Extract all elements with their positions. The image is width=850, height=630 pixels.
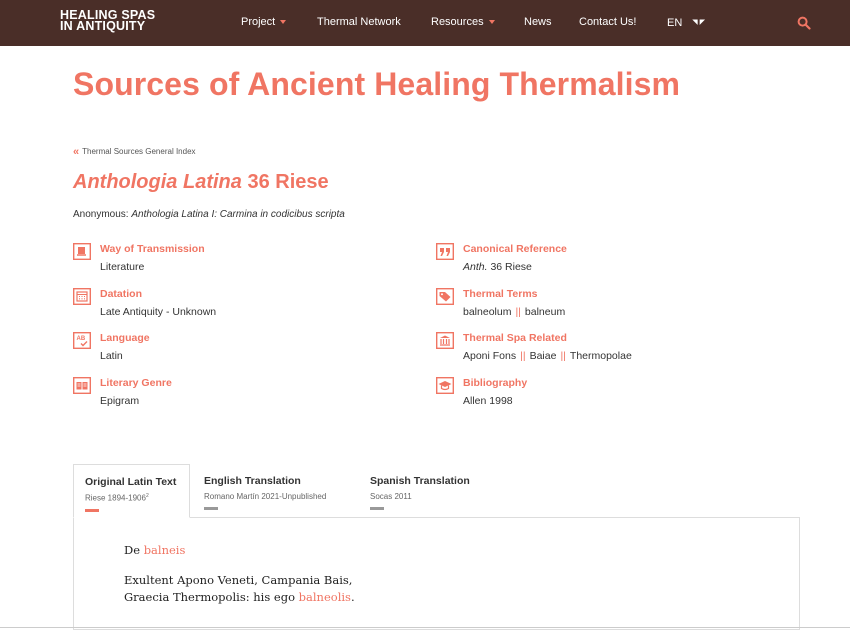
site-logo[interactable]: HEALING SPAS IN ANTIQUITY bbox=[60, 9, 155, 33]
info-label: Datation bbox=[100, 288, 142, 300]
language-icon: AB bbox=[73, 332, 91, 349]
calendar-icon bbox=[73, 288, 91, 305]
tab-indicator bbox=[85, 508, 99, 512]
poem-heading: De balneis bbox=[124, 542, 355, 559]
back-link-general-index[interactable]: «Thermal Sources General Index bbox=[73, 146, 196, 158]
nav-item-project[interactable]: Project bbox=[241, 16, 287, 28]
tab-source-sup: 2 bbox=[145, 493, 149, 499]
nav-label: News bbox=[524, 16, 552, 28]
separator: || bbox=[515, 306, 521, 318]
info-label: Canonical Reference bbox=[463, 243, 567, 255]
tab-label: English Translation bbox=[204, 475, 301, 487]
graduation-cap-icon bbox=[436, 377, 454, 394]
info-value: Anth. 36 Riese bbox=[463, 261, 532, 273]
info-label: Thermal Terms bbox=[463, 288, 538, 300]
info-value: Aponi Fons || Baiae || Thermopolae bbox=[463, 350, 632, 362]
book-icon bbox=[73, 377, 91, 394]
poem-line-end: . bbox=[350, 590, 355, 604]
scroll-icon bbox=[73, 243, 91, 260]
poem-line-text: Graecia Thermopolis: his ego bbox=[124, 590, 295, 604]
building-icon bbox=[436, 332, 454, 349]
nav-label: Project bbox=[241, 16, 276, 28]
author-work: Anthologia Latina I: Carmina in codicibu… bbox=[131, 209, 345, 220]
tab-indicator bbox=[204, 507, 218, 510]
chevron-down-icon bbox=[280, 20, 287, 24]
spa-link[interactable]: Baiae bbox=[530, 350, 557, 362]
logo-line-2: IN ANTIQUITY bbox=[60, 19, 146, 33]
info-value: Late Antiquity - Unknown bbox=[100, 306, 217, 318]
svg-text:AB: AB bbox=[77, 336, 86, 342]
term-link[interactable]: balneum bbox=[525, 306, 565, 318]
info-label: Thermal Spa Related bbox=[463, 332, 567, 344]
language-label: EN bbox=[667, 17, 683, 29]
heading-prefix: De bbox=[124, 543, 141, 557]
language-flag-icon: ◥◤ bbox=[692, 19, 708, 26]
info-label: Language bbox=[100, 332, 150, 344]
work-title-italic: Anthologia Latina bbox=[73, 171, 242, 193]
tab-original-latin-text[interactable]: Original Latin Text Riese 1894-19062 bbox=[73, 464, 190, 518]
nav-item-thermal-network[interactable]: Thermal Network bbox=[317, 16, 401, 28]
nav-label: Resources bbox=[431, 16, 484, 28]
tab-source: Romano Martín 2021-Unpublished bbox=[204, 492, 327, 501]
back-link-label: Thermal Sources General Index bbox=[82, 147, 196, 156]
tab-label: Spanish Translation bbox=[370, 475, 470, 487]
info-label: Way of Transmission bbox=[100, 243, 205, 255]
info-value: Epigram bbox=[100, 395, 140, 407]
tab-source: Socas 2011 bbox=[370, 492, 412, 501]
term-link[interactable]: balneolis bbox=[299, 590, 351, 604]
tab-source: Riese 1894-19062 bbox=[85, 493, 179, 503]
tab-spanish-translation[interactable]: Spanish Translation Socas 2011 bbox=[359, 464, 480, 518]
language-selector[interactable]: EN ◥◤ bbox=[667, 17, 707, 29]
nav-label: Contact Us! bbox=[579, 16, 637, 28]
spa-link[interactable]: Aponi Fons bbox=[463, 350, 516, 362]
tab-source-text: Riese 1894-1906 bbox=[85, 493, 146, 503]
author-line: Anonymous: Anthologia Latina I: Carmina … bbox=[73, 209, 345, 220]
search-icon[interactable] bbox=[797, 16, 811, 30]
tab-indicator bbox=[370, 507, 384, 510]
term-link[interactable]: balneolum bbox=[463, 306, 511, 318]
divider bbox=[0, 627, 850, 628]
info-label: Bibliography bbox=[463, 377, 528, 389]
separator: || bbox=[520, 350, 526, 362]
work-title-number: 36 Riese bbox=[247, 171, 329, 193]
term-link[interactable]: balneis bbox=[144, 543, 186, 557]
info-value[interactable]: Allen 1998 bbox=[463, 395, 513, 407]
nav-label: Thermal Network bbox=[317, 16, 401, 28]
separator: || bbox=[560, 350, 566, 362]
tag-icon bbox=[436, 288, 454, 305]
poem-line: Exultent Apono Veneti, Campania Bais, bbox=[124, 573, 353, 587]
top-navbar: HEALING SPAS IN ANTIQUITY Project Therma… bbox=[0, 0, 850, 46]
double-chevron-left-icon: « bbox=[73, 146, 80, 158]
quote-icon bbox=[436, 243, 454, 260]
poem-line: Graecia Thermopolis: his ego balneolis. bbox=[124, 589, 355, 606]
canonical-abbrev: Anth. bbox=[463, 261, 488, 273]
nav-item-news[interactable]: News bbox=[524, 16, 552, 28]
spa-link[interactable]: Thermopolae bbox=[570, 350, 632, 362]
author-name: Anonymous: bbox=[73, 209, 129, 220]
tab-label: Original Latin Text bbox=[85, 476, 177, 488]
canonical-number: 36 Riese bbox=[490, 261, 532, 273]
work-title: Anthologia Latina 36 Riese bbox=[73, 171, 329, 194]
info-value: Latin bbox=[100, 350, 123, 362]
chevron-down-icon bbox=[488, 20, 495, 24]
page-title: Sources of Ancient Healing Thermalism bbox=[73, 66, 681, 102]
info-value: balneolum || balneum bbox=[463, 306, 565, 318]
nav-item-resources[interactable]: Resources bbox=[431, 16, 495, 28]
latin-text: De balneis Exultent Apono Veneti, Campan… bbox=[124, 542, 355, 606]
tab-english-translation[interactable]: English Translation Romano Martín 2021-U… bbox=[193, 464, 336, 518]
info-value: Literature bbox=[100, 261, 145, 273]
info-label: Literary Genre bbox=[100, 377, 172, 389]
nav-item-contact[interactable]: Contact Us! bbox=[579, 16, 636, 28]
